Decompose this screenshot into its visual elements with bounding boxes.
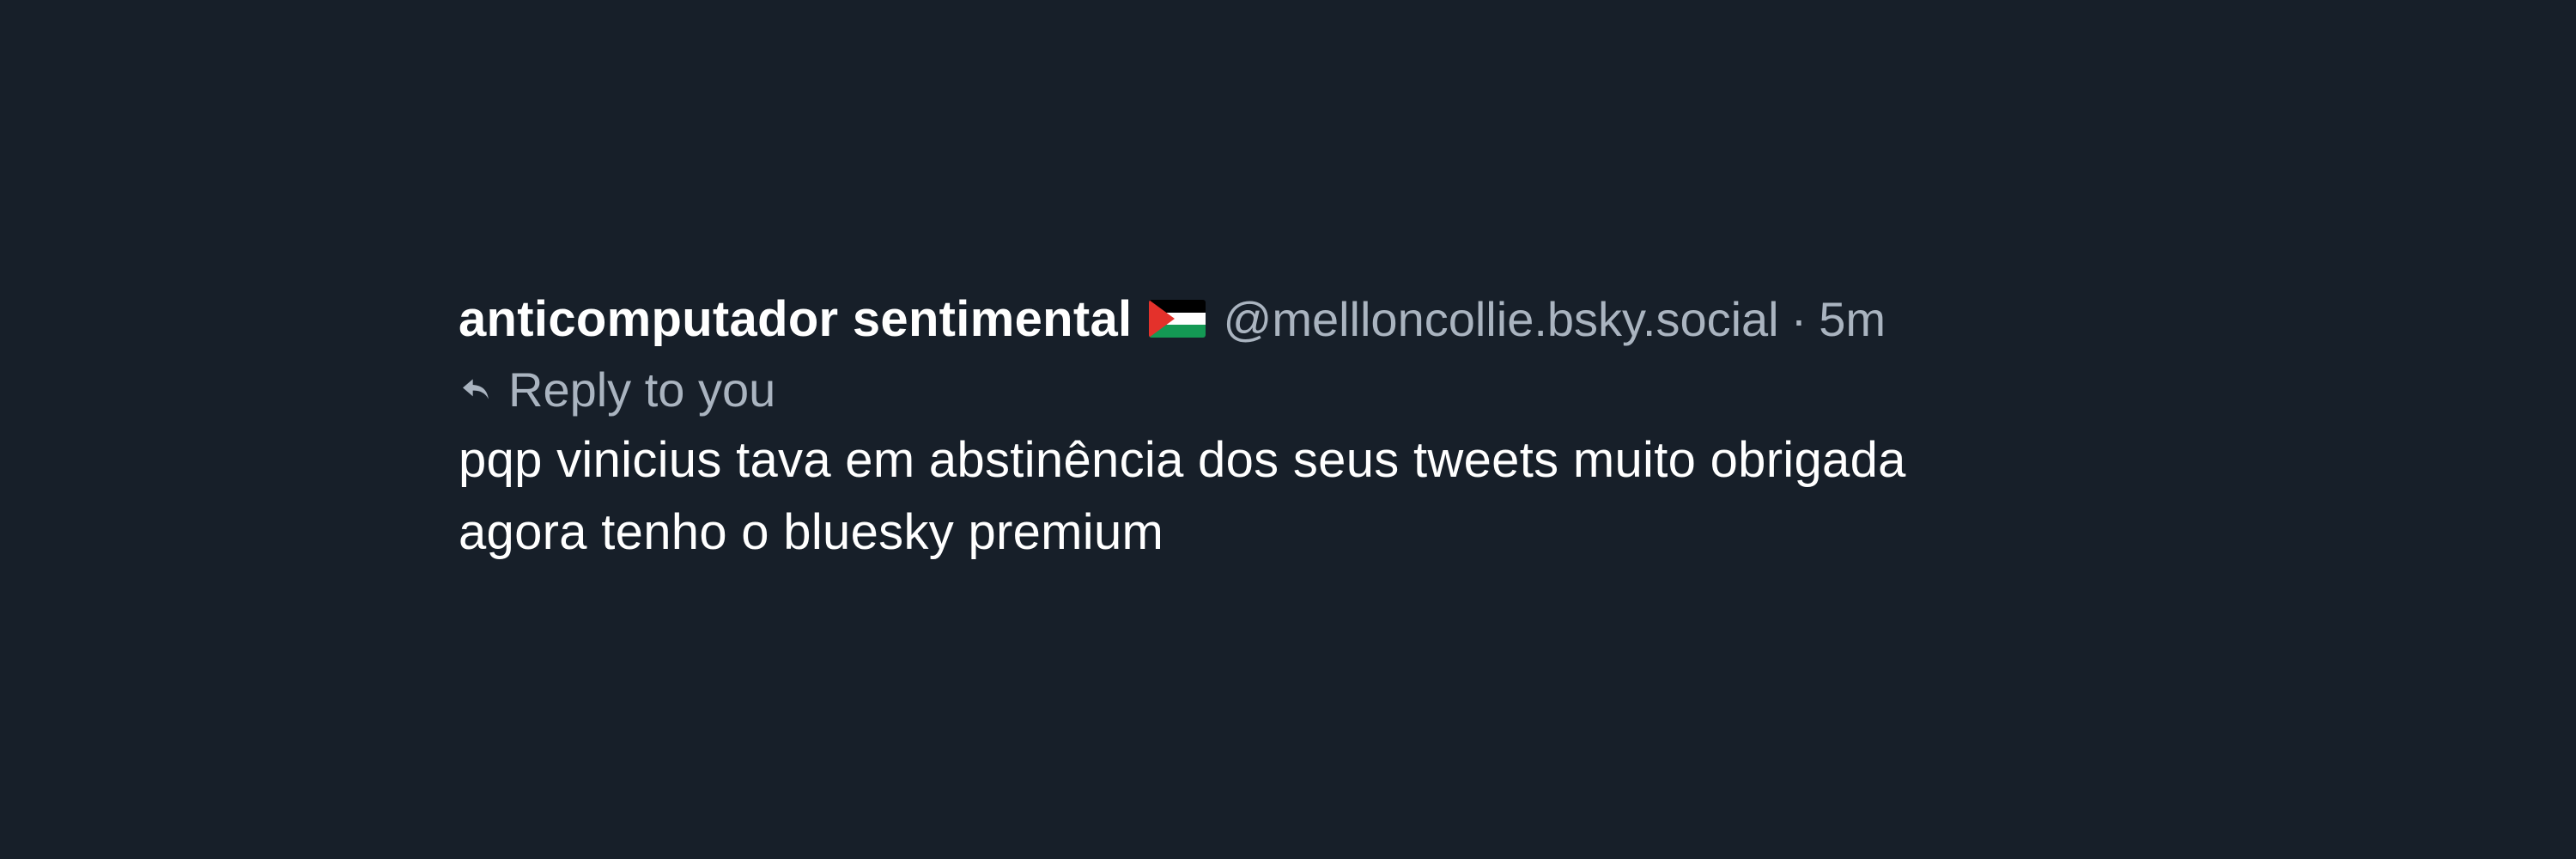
post-text-line: pqp vinicius tava em abstinência dos seu… [459, 432, 1906, 488]
meta-separator: · [1790, 291, 1807, 346]
post[interactable]: anticomputador sentimental @mellloncolli… [459, 283, 2176, 569]
post-text-line: agora tenho o bluesky premium [459, 504, 1164, 560]
reply-indicator: Reply to you [459, 354, 2176, 424]
palestine-flag-icon [1149, 300, 1206, 338]
post-timestamp[interactable]: 5m [1819, 291, 1886, 347]
post-body-text: pqp vinicius tava em abstinência dos seu… [459, 424, 2142, 569]
post-header: anticomputador sentimental @mellloncolli… [459, 283, 2176, 354]
reply-label: Reply to you [508, 362, 776, 417]
author-display-name[interactable]: anticomputador sentimental [459, 290, 1132, 348]
author-handle[interactable]: @mellloncollie.bsky.social [1223, 291, 1778, 347]
reply-arrow-icon [459, 372, 493, 406]
